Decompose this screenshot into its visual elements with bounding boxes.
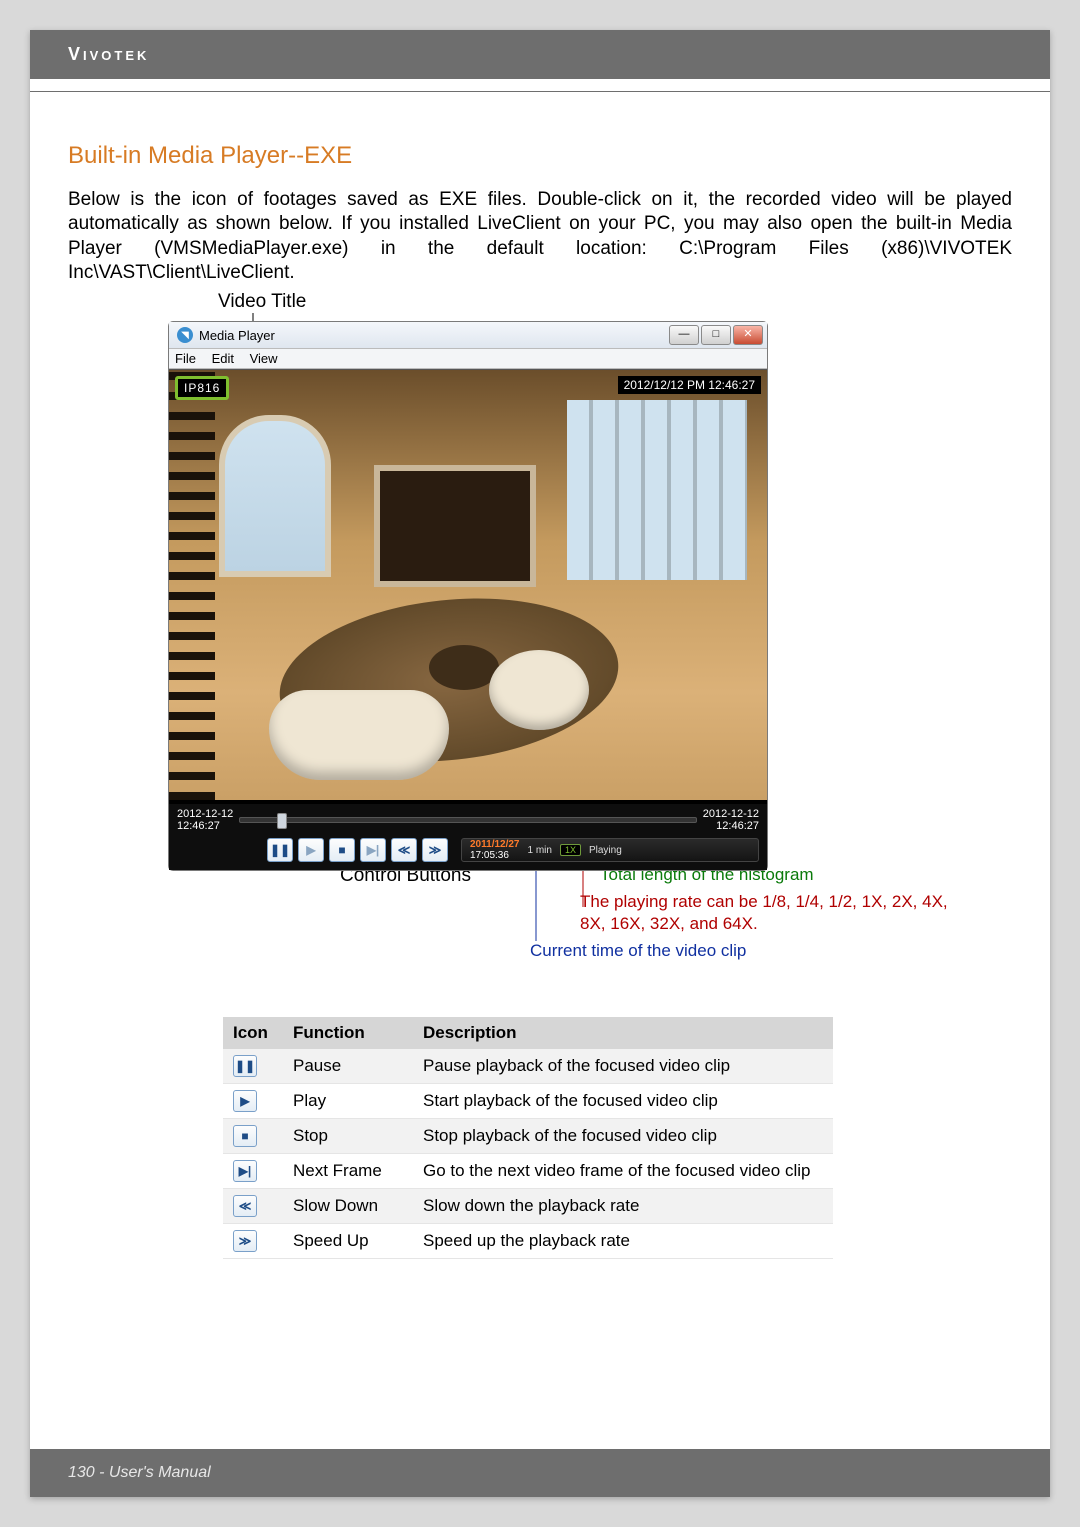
status-length: 1 min [528,845,552,856]
scene-chair [489,650,589,730]
table-row: ≪ Slow DownSlow down the playback rate [223,1189,833,1224]
section-title: Built-in Media Player--EXE [68,142,1012,170]
media-player-illustration: Video Title Timeline Slider Status Panel… [168,291,968,1011]
next-frame-button[interactable]: ▶| [360,838,386,862]
pause-button[interactable]: ❚❚ [267,838,293,862]
cell-description: Stop playback of the focused video clip [413,1119,833,1154]
th-description: Description [413,1017,833,1049]
scene-arch-window [219,415,331,577]
callout-video-title: Video Title [218,291,306,313]
scene-tall-windows [567,400,747,580]
icon-next frame: ▶| [233,1160,257,1182]
clip-start-clock: 12:46:27 [177,820,233,832]
clip-end-clock: 12:46:27 [703,820,759,832]
close-button[interactable]: ✕ [733,325,763,345]
menu-bar: File Edit View [169,349,767,369]
cell-function: Pause [283,1049,413,1084]
page-header: Vivotek [30,30,1050,79]
manual-page: Vivotek Built-in Media Player--EXE Below… [30,30,1050,1497]
table-row: ▶ PlayStart playback of the focused video… [223,1084,833,1119]
status-state: Playing [589,845,622,856]
stop-button[interactable]: ■ [329,838,355,862]
table-row: ❚❚ PausePause playback of the focused vid… [223,1049,833,1084]
camera-id-overlay: IP816 [175,376,229,400]
icon-pause: ❚❚ [233,1055,257,1077]
icon-play: ▶ [233,1090,257,1112]
window-title: Media Player [199,328,275,343]
th-icon: Icon [223,1017,283,1049]
menu-view[interactable]: View [250,351,278,366]
page-content: Built-in Media Player--EXE Below is the … [30,92,1050,1259]
player-controls-panel: 2012-12-12 12:46:27 2012-12-12 12:46:27 … [169,802,767,870]
slow-down-button[interactable]: ≪ [391,838,417,862]
cell-description: Pause playback of the focused video clip [413,1049,833,1084]
cell-function: Speed Up [283,1224,413,1259]
status-rate: 1X [560,844,581,856]
icon-speed up: ≫ [233,1230,257,1252]
speed-up-button[interactable]: ≫ [422,838,448,862]
cell-function: Play [283,1084,413,1119]
clip-start-date: 2012-12-12 [177,808,233,820]
scene-fireplace [374,465,536,587]
status-panel: 2011/12/27 17:05:36 1 min 1X Playing [461,838,759,862]
minimize-button[interactable]: — [669,325,699,345]
clip-end-time: 2012-12-12 12:46:27 [703,808,759,832]
status-date: 2011/12/27 [470,839,520,850]
cell-description: Start playback of the focused video clip [413,1084,833,1119]
scene-sofa [269,690,449,780]
video-viewport: IP816 2012/12/12 PM 12:46:27 [169,369,767,802]
table-row: ≫ Speed UpSpeed up the playback rate [223,1224,833,1259]
menu-file[interactable]: File [175,351,196,366]
maximize-button[interactable]: □ [701,325,731,345]
timeline-thumb[interactable] [277,813,287,829]
intro-paragraph: Below is the icon of footages saved as E… [68,188,1012,285]
page-footer: 130 - User's Manual [30,1449,1050,1497]
controls-reference-table: Icon Function Description ❚❚ PausePause p… [223,1017,833,1259]
cell-function: Stop [283,1119,413,1154]
menu-edit[interactable]: Edit [212,351,234,366]
callout-current-time: Current time of the video clip [530,941,746,961]
callout-playing-rate: The playing rate can be 1/8, 1/4, 1/2, 1… [580,891,960,935]
timeline-slider[interactable] [239,817,696,823]
status-time: 17:05:36 [470,850,509,861]
th-function: Function [283,1017,413,1049]
cell-description: Go to the next video frame of the focuse… [413,1154,833,1189]
clip-end-date: 2012-12-12 [703,808,759,820]
play-button[interactable]: ▶ [298,838,324,862]
table-row: ■ StopStop playback of the focused video … [223,1119,833,1154]
clip-start-time: 2012-12-12 12:46:27 [177,808,233,832]
icon-slow down: ≪ [233,1195,257,1217]
table-row: ▶| Next FrameGo to the next video frame o… [223,1154,833,1189]
cell-description: Slow down the playback rate [413,1189,833,1224]
video-timestamp-overlay: 2012/12/12 PM 12:46:27 [618,376,761,394]
page-number-label: 130 - User's Manual [68,1464,211,1482]
cell-function: Slow Down [283,1189,413,1224]
brand-label: Vivotek [68,44,149,64]
cell-function: Next Frame [283,1154,413,1189]
media-player-window: ◥ Media Player — □ ✕ File Edit View [168,321,768,871]
window-titlebar[interactable]: ◥ Media Player — □ ✕ [169,322,767,349]
app-icon: ◥ [177,327,193,343]
scene-railing [169,370,215,800]
cell-description: Speed up the playback rate [413,1224,833,1259]
icon-stop: ■ [233,1125,257,1147]
